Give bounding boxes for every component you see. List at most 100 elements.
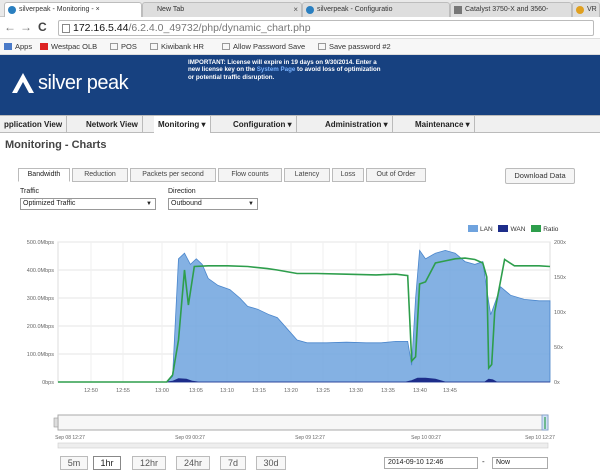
close-icon[interactable]: ×	[293, 3, 298, 17]
cisco-favicon-icon	[454, 6, 462, 14]
bookmark-label: Save password #2	[329, 42, 391, 51]
tab-label: VR	[587, 6, 597, 13]
overview-navigator	[57, 414, 549, 431]
tab-label: silverpeak - Configuratio	[317, 6, 393, 13]
bookmark-label: Apps	[15, 42, 33, 51]
url-field[interactable]: 172.16.5.44/6.2.4.0_49732/php/dynamic_ch…	[58, 20, 594, 36]
overview-tick-label: Sep 09 00:27	[175, 435, 205, 441]
x-tick-label: 13:05	[189, 388, 203, 394]
overview-tick-label: Sep 09 12:27	[295, 435, 325, 441]
y-left-tick-label: 500.0Mbps	[27, 240, 54, 246]
browser-tab-catalyst[interactable]: Catalyst 3750-X and 3560-	[450, 2, 572, 17]
range-1hr[interactable]: 1hr	[93, 456, 121, 470]
tab-bandwidth[interactable]: Bandwidth	[18, 168, 70, 182]
bookmark-apps[interactable]: Apps	[4, 42, 32, 51]
silverpeak-favicon-icon	[8, 6, 16, 14]
date-from-field[interactable]: 2014-09-10 12:46	[384, 457, 478, 469]
x-tick-label: 13:15	[252, 388, 266, 394]
page-icon	[62, 24, 70, 33]
tab-packets-per-second[interactable]: Packets per second	[130, 168, 216, 182]
main-menu: pplication View Network View Monitoring …	[0, 115, 600, 133]
legend-item-wan[interactable]: WAN	[498, 225, 525, 233]
overview-selection	[541, 414, 549, 431]
legend-item-ratio[interactable]: Ratio	[531, 225, 558, 233]
x-tick-label: 12:50	[84, 388, 98, 394]
silverpeak-logo-icon	[12, 73, 34, 93]
menu-network-view[interactable]: Network View	[82, 116, 143, 133]
forward-icon[interactable]: →	[20, 20, 32, 34]
overview-left-handle	[53, 417, 59, 428]
tab-label: New Tab	[157, 6, 185, 13]
browser-tab-vr[interactable]: VR	[572, 2, 600, 17]
overview-scrollbar	[57, 442, 549, 449]
wan-area	[58, 377, 550, 383]
date-to-field[interactable]: Now	[492, 457, 548, 469]
legend-label: Ratio	[543, 226, 559, 233]
page-icon	[222, 43, 230, 50]
bookmarks-bar: Apps Westpac OLB POS Kiwibank HR Allow P…	[0, 39, 600, 55]
tab-out-of-order[interactable]: Out of Order	[366, 168, 426, 182]
y-left-tick-label: 0bps	[42, 380, 54, 386]
page-icon	[150, 43, 158, 50]
x-tick-label: 12:55	[116, 388, 130, 394]
y-right-tick-label: 50x	[554, 345, 563, 351]
reload-icon[interactable]: C	[38, 20, 47, 34]
range-30d[interactable]: 30d	[256, 456, 286, 470]
range-24hr[interactable]: 24hr	[176, 456, 210, 470]
dropdown-arrow-icon: ▼	[248, 201, 254, 207]
bookmark-westpac[interactable]: Westpac OLB	[40, 42, 97, 51]
silverpeak-favicon-icon	[306, 6, 314, 14]
tab-loss[interactable]: Loss	[332, 168, 364, 182]
menu-monitoring[interactable]: Monitoring ▾	[154, 116, 211, 133]
browser-tab-monitoring[interactable]: silverpeak - Monitoring - ×	[4, 2, 142, 17]
page-icon	[110, 43, 118, 50]
y-right-tick-label: 0x	[554, 380, 560, 386]
direction-select[interactable]: Outbound ▼	[168, 198, 258, 210]
bookmark-save-password[interactable]: Save password #2	[318, 42, 391, 51]
address-bar: ← → C 172.16.5.44/6.2.4.0_49732/php/dyna…	[0, 17, 600, 39]
overview-tick-label: Sep 08 12:27	[55, 435, 85, 441]
bookmark-allow-password[interactable]: Allow Password Save	[222, 42, 305, 51]
menu-application-view[interactable]: pplication View	[0, 116, 68, 133]
bookmark-kiwibank[interactable]: Kiwibank HR	[150, 42, 204, 51]
page-icon	[318, 43, 326, 50]
x-tick-label: 13:00	[155, 388, 169, 394]
x-tick-label: 13:40	[413, 388, 427, 394]
direction-value: Outbound	[171, 200, 202, 207]
license-notice: IMPORTANT: License will expire in 19 day…	[188, 59, 388, 81]
back-icon[interactable]: ←	[4, 20, 16, 34]
menu-maintenance[interactable]: Maintenance ▾	[411, 116, 475, 133]
lan-swatch	[468, 225, 478, 232]
silverpeak-logo-text: silver peak	[38, 72, 129, 94]
tab-flow-counts[interactable]: Flow counts	[218, 168, 282, 182]
menu-administration[interactable]: Administration ▾	[321, 116, 393, 133]
bookmark-label: POS	[121, 42, 137, 51]
browser-tab-new[interactable]: New Tab ×	[142, 2, 302, 17]
menu-configuration[interactable]: Configuration ▾	[229, 116, 297, 133]
tab-reduction[interactable]: Reduction	[72, 168, 128, 182]
download-data-button[interactable]: Download Data	[505, 168, 575, 184]
chart-legend: LAN WAN Ratio	[464, 225, 558, 235]
range-12hr[interactable]: 12hr	[132, 456, 166, 470]
wan-swatch	[498, 225, 509, 232]
bookmark-label: Allow Password Save	[233, 42, 306, 51]
overview-tick-label: Sep 10 12:27	[525, 435, 555, 441]
lan-area	[58, 249, 551, 383]
westpac-icon	[40, 43, 48, 50]
traffic-value: Optimized Traffic	[23, 200, 76, 207]
tab-label: silverpeak - Monitoring - ×	[19, 6, 100, 13]
bookmark-pos[interactable]: POS	[110, 42, 137, 51]
system-page-link[interactable]: System Page	[257, 66, 296, 73]
legend-label: LAN	[480, 226, 493, 233]
direction-label: Direction	[168, 188, 196, 195]
browser-tab-configuration[interactable]: silverpeak - Configuratio	[302, 2, 450, 17]
dropdown-arrow-icon: ▼	[146, 201, 152, 207]
range-7d[interactable]: 7d	[220, 456, 246, 470]
x-tick-label: 13:45	[443, 388, 457, 394]
bookmark-label: Kiwibank HR	[161, 42, 204, 51]
traffic-select[interactable]: Optimized Traffic ▼	[20, 198, 156, 210]
plot-area	[57, 241, 551, 383]
legend-item-lan[interactable]: LAN	[468, 225, 493, 233]
tab-latency[interactable]: Latency	[284, 168, 330, 182]
range-5m[interactable]: 5m	[60, 456, 88, 470]
